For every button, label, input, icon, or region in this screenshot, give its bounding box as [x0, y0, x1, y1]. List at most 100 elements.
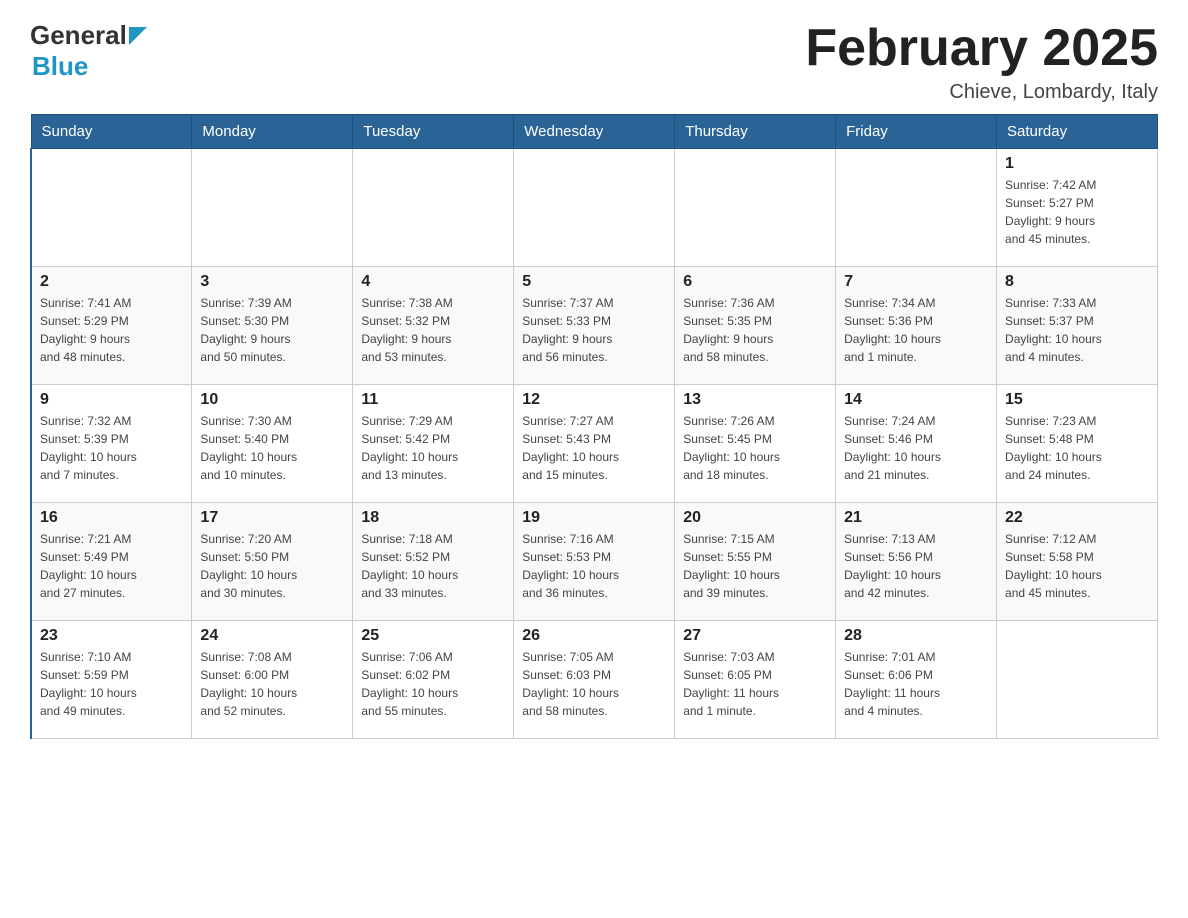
calendar-day-cell: 1 Sunrise: 7:42 AM Sunset: 5:27 PM Daylig…: [997, 149, 1158, 267]
day-info: Sunrise: 7:36 AM Sunset: 5:35 PM Dayligh…: [683, 294, 827, 366]
day-number: 22: [1005, 509, 1149, 527]
calendar-day-cell: 21 Sunrise: 7:13 AM Sunset: 5:56 PM Dayli…: [836, 503, 997, 621]
calendar-day-cell: 4 Sunrise: 7:38 AM Sunset: 5:32 PM Daylig…: [353, 267, 514, 385]
day-of-week-header: Saturday: [997, 115, 1158, 149]
day-number: 5: [522, 273, 666, 291]
day-info: Sunrise: 7:37 AM Sunset: 5:33 PM Dayligh…: [522, 294, 666, 366]
day-number: 26: [522, 627, 666, 645]
calendar-day-cell: [353, 149, 514, 267]
day-number: 9: [40, 391, 183, 409]
day-number: 19: [522, 509, 666, 527]
logo-general-text: General: [30, 20, 127, 51]
calendar-day-cell: 28 Sunrise: 7:01 AM Sunset: 6:06 PM Dayli…: [836, 621, 997, 739]
calendar-day-cell: 26 Sunrise: 7:05 AM Sunset: 6:03 PM Dayli…: [514, 621, 675, 739]
day-number: 17: [200, 509, 344, 527]
calendar-day-cell: [836, 149, 997, 267]
day-number: 16: [40, 509, 183, 527]
calendar-day-cell: 11 Sunrise: 7:29 AM Sunset: 5:42 PM Dayli…: [353, 385, 514, 503]
calendar-day-cell: 3Sunrise: 7:39 AM Sunset: 5:30 PM Daylig…: [192, 267, 353, 385]
day-info: Sunrise: 7:34 AM Sunset: 5:36 PM Dayligh…: [844, 294, 988, 366]
calendar-week-row: 2 Sunrise: 7:41 AM Sunset: 5:29 PM Daylig…: [31, 267, 1158, 385]
day-info: Sunrise: 7:27 AM Sunset: 5:43 PM Dayligh…: [522, 412, 666, 484]
day-info: Sunrise: 7:38 AM Sunset: 5:32 PM Dayligh…: [361, 294, 505, 366]
calendar-day-cell: [675, 149, 836, 267]
calendar-table: SundayMondayTuesdayWednesdayThursdayFrid…: [30, 114, 1158, 739]
day-of-week-header: Monday: [192, 115, 353, 149]
logo-triangle-icon: [129, 27, 147, 45]
day-number: 8: [1005, 273, 1149, 291]
day-of-week-header: Wednesday: [514, 115, 675, 149]
calendar-week-row: 1 Sunrise: 7:42 AM Sunset: 5:27 PM Daylig…: [31, 149, 1158, 267]
calendar-day-cell: 24 Sunrise: 7:08 AM Sunset: 6:00 PM Dayli…: [192, 621, 353, 739]
calendar-day-cell: 7Sunrise: 7:34 AM Sunset: 5:36 PM Daylig…: [836, 267, 997, 385]
calendar-day-cell: 17 Sunrise: 7:20 AM Sunset: 5:50 PM Dayli…: [192, 503, 353, 621]
day-info: Sunrise: 7:29 AM Sunset: 5:42 PM Dayligh…: [361, 412, 505, 484]
day-number: 1: [1005, 155, 1149, 173]
day-info: Sunrise: 7:30 AM Sunset: 5:40 PM Dayligh…: [200, 412, 344, 484]
day-number: 23: [40, 627, 183, 645]
calendar-day-cell: 15Sunrise: 7:23 AM Sunset: 5:48 PM Dayli…: [997, 385, 1158, 503]
title-section: February 2025 Chieve, Lombardy, Italy: [805, 20, 1158, 104]
calendar-day-cell: 19 Sunrise: 7:16 AM Sunset: 5:53 PM Dayli…: [514, 503, 675, 621]
day-number: 13: [683, 391, 827, 409]
day-info: Sunrise: 7:32 AM Sunset: 5:39 PM Dayligh…: [40, 412, 183, 484]
day-info: Sunrise: 7:03 AM Sunset: 6:05 PM Dayligh…: [683, 648, 827, 720]
calendar-day-cell: 13 Sunrise: 7:26 AM Sunset: 5:45 PM Dayli…: [675, 385, 836, 503]
day-info: Sunrise: 7:10 AM Sunset: 5:59 PM Dayligh…: [40, 648, 183, 720]
day-info: Sunrise: 7:39 AM Sunset: 5:30 PM Dayligh…: [200, 294, 344, 366]
calendar-body: 1 Sunrise: 7:42 AM Sunset: 5:27 PM Daylig…: [31, 149, 1158, 739]
day-number: 6: [683, 273, 827, 291]
calendar-day-cell: [514, 149, 675, 267]
day-info: Sunrise: 7:06 AM Sunset: 6:02 PM Dayligh…: [361, 648, 505, 720]
day-info: Sunrise: 7:33 AM Sunset: 5:37 PM Dayligh…: [1005, 294, 1149, 366]
day-of-week-header: Friday: [836, 115, 997, 149]
day-info: Sunrise: 7:20 AM Sunset: 5:50 PM Dayligh…: [200, 530, 344, 602]
calendar-day-cell: 2 Sunrise: 7:41 AM Sunset: 5:29 PM Daylig…: [31, 267, 192, 385]
day-info: Sunrise: 7:15 AM Sunset: 5:55 PM Dayligh…: [683, 530, 827, 602]
location-subtitle: Chieve, Lombardy, Italy: [805, 81, 1158, 104]
day-number: 11: [361, 391, 505, 409]
day-info: Sunrise: 7:42 AM Sunset: 5:27 PM Dayligh…: [1005, 176, 1149, 248]
day-number: 28: [844, 627, 988, 645]
calendar-day-cell: 18Sunrise: 7:18 AM Sunset: 5:52 PM Dayli…: [353, 503, 514, 621]
day-number: 2: [40, 273, 183, 291]
calendar-day-cell: [31, 149, 192, 267]
day-info: Sunrise: 7:16 AM Sunset: 5:53 PM Dayligh…: [522, 530, 666, 602]
day-info: Sunrise: 7:13 AM Sunset: 5:56 PM Dayligh…: [844, 530, 988, 602]
page-header: General Blue February 2025 Chieve, Lomba…: [30, 20, 1158, 104]
day-number: 24: [200, 627, 344, 645]
day-number: 14: [844, 391, 988, 409]
day-number: 25: [361, 627, 505, 645]
day-number: 4: [361, 273, 505, 291]
day-number: 21: [844, 509, 988, 527]
calendar-day-cell: 22 Sunrise: 7:12 AM Sunset: 5:58 PM Dayli…: [997, 503, 1158, 621]
day-of-week-header: Tuesday: [353, 115, 514, 149]
day-info: Sunrise: 7:41 AM Sunset: 5:29 PM Dayligh…: [40, 294, 183, 366]
calendar-day-cell: 23 Sunrise: 7:10 AM Sunset: 5:59 PM Dayli…: [31, 621, 192, 739]
calendar-day-cell: 5 Sunrise: 7:37 AM Sunset: 5:33 PM Daylig…: [514, 267, 675, 385]
calendar-day-cell: 6 Sunrise: 7:36 AM Sunset: 5:35 PM Daylig…: [675, 267, 836, 385]
calendar-day-cell: 25 Sunrise: 7:06 AM Sunset: 6:02 PM Dayli…: [353, 621, 514, 739]
calendar-week-row: 16 Sunrise: 7:21 AM Sunset: 5:49 PM Dayli…: [31, 503, 1158, 621]
day-info: Sunrise: 7:01 AM Sunset: 6:06 PM Dayligh…: [844, 648, 988, 720]
day-info: Sunrise: 7:18 AM Sunset: 5:52 PM Dayligh…: [361, 530, 505, 602]
calendar-week-row: 9 Sunrise: 7:32 AM Sunset: 5:39 PM Daylig…: [31, 385, 1158, 503]
month-title: February 2025: [805, 20, 1158, 77]
day-info: Sunrise: 7:26 AM Sunset: 5:45 PM Dayligh…: [683, 412, 827, 484]
day-info: Sunrise: 7:12 AM Sunset: 5:58 PM Dayligh…: [1005, 530, 1149, 602]
day-info: Sunrise: 7:21 AM Sunset: 5:49 PM Dayligh…: [40, 530, 183, 602]
calendar-day-cell: [192, 149, 353, 267]
logo-blue-text: Blue: [32, 51, 88, 81]
day-info: Sunrise: 7:08 AM Sunset: 6:00 PM Dayligh…: [200, 648, 344, 720]
day-number: 12: [522, 391, 666, 409]
day-number: 27: [683, 627, 827, 645]
calendar-day-cell: 16 Sunrise: 7:21 AM Sunset: 5:49 PM Dayli…: [31, 503, 192, 621]
day-info: Sunrise: 7:24 AM Sunset: 5:46 PM Dayligh…: [844, 412, 988, 484]
calendar-day-cell: [997, 621, 1158, 739]
calendar-day-cell: 12 Sunrise: 7:27 AM Sunset: 5:43 PM Dayli…: [514, 385, 675, 503]
calendar-day-cell: 9 Sunrise: 7:32 AM Sunset: 5:39 PM Daylig…: [31, 385, 192, 503]
day-info: Sunrise: 7:05 AM Sunset: 6:03 PM Dayligh…: [522, 648, 666, 720]
calendar-header: SundayMondayTuesdayWednesdayThursdayFrid…: [31, 115, 1158, 149]
calendar-day-cell: 10Sunrise: 7:30 AM Sunset: 5:40 PM Dayli…: [192, 385, 353, 503]
days-of-week-row: SundayMondayTuesdayWednesdayThursdayFrid…: [31, 115, 1158, 149]
